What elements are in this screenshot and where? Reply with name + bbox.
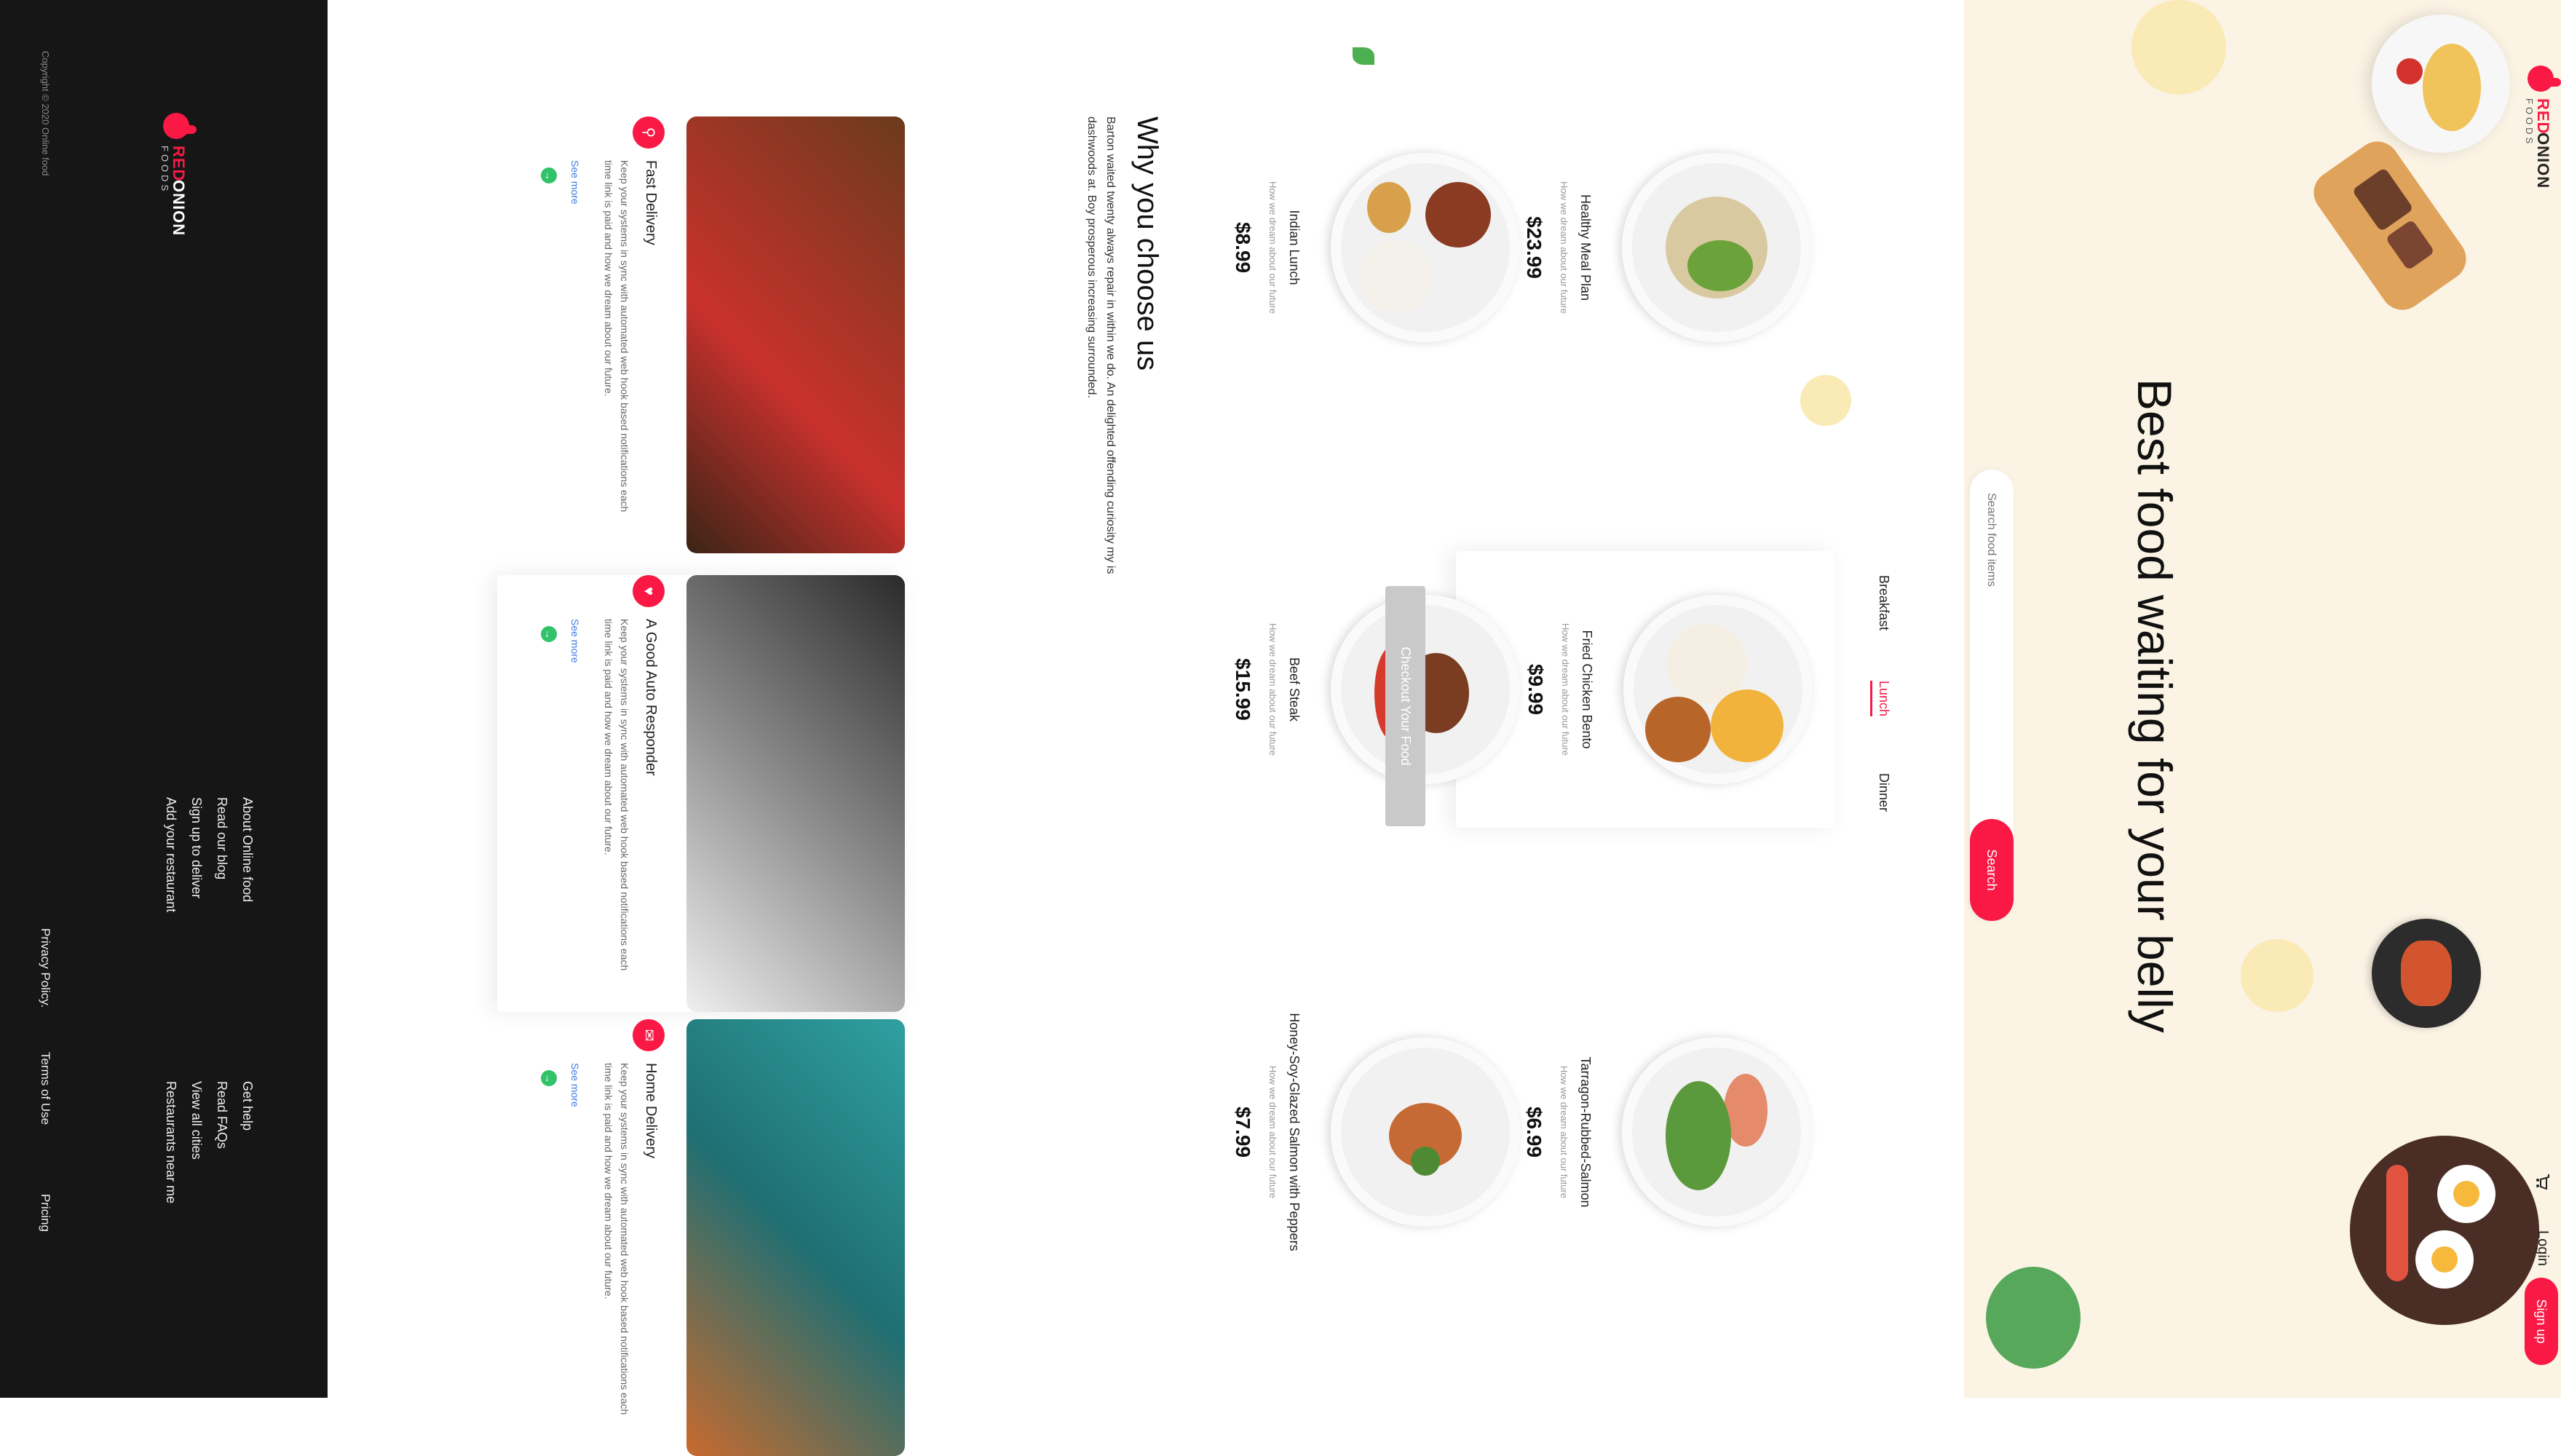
feature-title: A Good Auto Responder (643, 619, 659, 776)
food-description: How we dream about our future (1559, 181, 1570, 314)
food-image (1622, 153, 1811, 342)
hero-title: Best food waiting for your belly (2128, 379, 2182, 1033)
feature-card: ⚲ Fast Delivery Keep your systems in syn… (497, 116, 905, 553)
food-name: Fried Chicken Bento (1580, 630, 1594, 749)
breakfast-illustration (2350, 1136, 2539, 1325)
food-card[interactable]: Indian Lunch How we dream about our futu… (1163, 109, 1542, 386)
onion-logo-icon (2528, 66, 2554, 92)
taco-illustration (2372, 15, 2510, 153)
food-price: $7.99 (1232, 1106, 1254, 1158)
logo-subtext: FOODS (2524, 98, 2535, 147)
tab-lunch[interactable]: Lunch (1876, 681, 1891, 716)
food-description: How we dream about our future (1560, 622, 1571, 756)
circle-decoration (2131, 0, 2226, 95)
privacy-link[interactable]: Privacy Policy. (38, 928, 52, 1008)
arrow-right-icon[interactable]: → (541, 167, 557, 183)
see-more-link[interactable]: See more (569, 1063, 581, 1107)
feature-image (686, 116, 905, 553)
delivery-icon: ✉ (633, 1019, 665, 1051)
food-card[interactable]: Beef Steak How we dream about our future… (1163, 551, 1542, 828)
bell-icon: ♥ (633, 575, 665, 607)
food-price: $15.99 (1232, 658, 1254, 721)
food-card[interactable]: Honey-Soy-Glazed Salmon with Peppers How… (1163, 994, 1542, 1270)
footer-link[interactable]: Restaurants near me (163, 1081, 178, 1203)
search-button[interactable]: Search (1970, 819, 2014, 921)
footer-link[interactable]: Add your restaurant (163, 797, 178, 912)
search-input[interactable] (1979, 491, 2003, 800)
bus-icon: ⚲ (633, 116, 665, 149)
feature-card: ♥ A Good Auto Responder Keep your system… (497, 575, 905, 1012)
food-name: Tarragon-Rubbed-Salmon (1578, 1056, 1593, 1208)
cart-icon[interactable] (2536, 1174, 2550, 1190)
why-title: Why you choose us (1131, 116, 1163, 371)
footer-link[interactable]: Read our blog (214, 797, 229, 879)
footer-link[interactable]: About Online food (240, 797, 255, 902)
arrow-right-icon[interactable]: → (541, 626, 557, 642)
footer-link[interactable]: Read FAQs (214, 1081, 229, 1149)
feature-image (686, 1019, 905, 1456)
logo-text-light: ONION (170, 180, 188, 237)
food-price: $8.99 (1232, 221, 1254, 274)
logo[interactable]: RED ONION FOODS (2517, 66, 2554, 211)
header: RED ONION FOODS Login Sign up (2517, 0, 2561, 1398)
logo-subtext: FOODS (159, 146, 170, 194)
checkout-button[interactable]: Checkout Your Food (1385, 586, 1425, 826)
food-image (1623, 595, 1813, 784)
leaf-decoration (1353, 47, 1374, 65)
food-description: How we dream about our future (1267, 622, 1278, 756)
lettuce-decoration (1986, 1267, 2081, 1369)
food-description: How we dream about our future (1267, 181, 1278, 314)
see-more-link[interactable]: See more (569, 160, 581, 205)
footer-link[interactable]: View all cities (189, 1081, 204, 1160)
onion-logo-icon (163, 113, 189, 139)
feature-text: Keep your systems in sync with automated… (603, 619, 630, 971)
circle-decoration (2241, 939, 2313, 1012)
food-name: Healthy Meal Plan (1578, 194, 1593, 301)
footer-link[interactable]: Get help (240, 1081, 255, 1131)
food-image (1331, 595, 1520, 784)
terms-link[interactable]: Terms of Use (38, 1052, 52, 1125)
pricing-link[interactable]: Pricing (38, 1194, 52, 1232)
feature-image (686, 575, 905, 1012)
food-name: Honey-Soy-Glazed Salmon with Peppers (1287, 1013, 1302, 1251)
food-image (1331, 1037, 1520, 1227)
cake-board-illustration (2305, 132, 2475, 319)
feature-title: Home Delivery (643, 1063, 659, 1159)
why-description: Barton waited twenty always repair in wi… (1085, 116, 1117, 574)
feature-text: Keep your systems in sync with automated… (603, 160, 630, 513)
footer-logo[interactable]: RED ONION FOODS (146, 113, 189, 258)
tab-breakfast[interactable]: Breakfast (1876, 575, 1891, 630)
search-box: Search (1970, 470, 2014, 921)
arrow-right-icon[interactable]: → (541, 1070, 557, 1086)
hero-section: Best food waiting for your belly Search (1353, 0, 2561, 1398)
food-image (1331, 153, 1520, 342)
logo-text-red: RED (2534, 98, 2552, 135)
tab-dinner[interactable]: Dinner (1876, 773, 1891, 812)
food-description: How we dream about our future (1559, 1065, 1570, 1199)
footer-link[interactable]: Sign up to deliver (189, 797, 204, 898)
feature-title: Fast Delivery (643, 160, 659, 245)
see-more-link[interactable]: See more (569, 619, 581, 663)
food-name: Beef Steak (1287, 657, 1302, 722)
food-description: How we dream about our future (1267, 1065, 1278, 1199)
page: Best food waiting for your belly Search … (0, 0, 2561, 1456)
footer: RED ONION FOODS About Online food Read o… (0, 0, 328, 1398)
feature-text: Keep your systems in sync with automated… (603, 1063, 630, 1415)
logo-text-dark: ONION (2534, 132, 2552, 189)
signup-button[interactable]: Sign up (2525, 1278, 2558, 1365)
pan-illustration (2372, 919, 2481, 1028)
food-image (1622, 1037, 1811, 1227)
copyright-text: Copyright © 2020 Online food (40, 51, 51, 176)
logo-text-red: RED (170, 146, 188, 182)
food-name: Indian Lunch (1287, 210, 1302, 285)
feature-card: ✉ Home Delivery Keep your systems in syn… (497, 1019, 905, 1456)
login-link[interactable]: Login (2534, 1230, 2551, 1266)
